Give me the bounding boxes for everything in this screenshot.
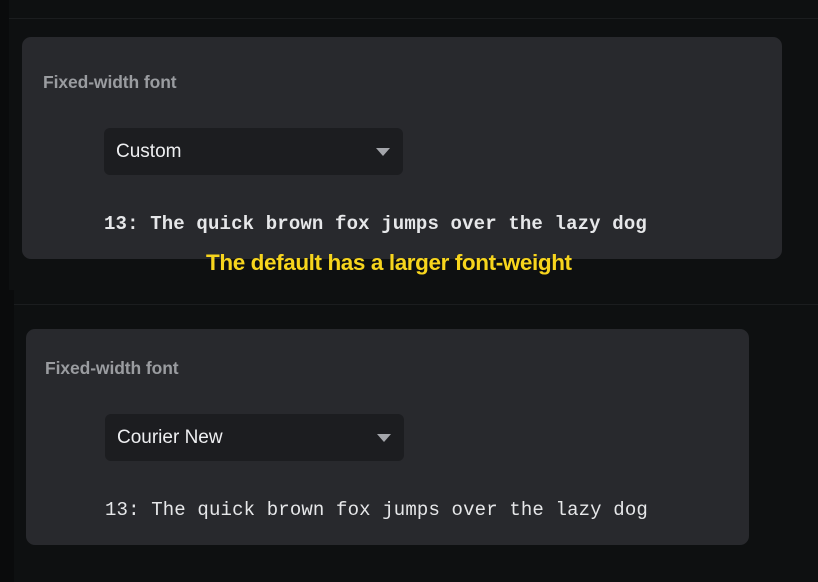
font-select-dropdown[interactable]: Courier New (105, 414, 404, 461)
fixed-width-font-panel-custom: Fixed-width font Custom 13: The quick br… (22, 37, 782, 259)
fixed-width-font-panel-courier-new: Fixed-width font Courier New 13: The qui… (26, 329, 749, 545)
section-label: Fixed-width font (45, 358, 179, 378)
section-divider (9, 18, 818, 19)
font-sample-text: 13: The quick brown fox jumps over the l… (105, 499, 648, 521)
select-value: Courier New (117, 427, 223, 448)
comparison-screenshot: Fixed-width font Custom 13: The quick br… (0, 0, 818, 582)
annotation-caption: The default has a larger font-weight (206, 250, 572, 275)
section-label: Fixed-width font (43, 72, 177, 92)
chevron-down-icon (377, 434, 391, 442)
chevron-down-icon (376, 148, 390, 156)
section-divider (14, 304, 818, 305)
left-edge-strip (0, 290, 14, 582)
font-sample-text: 13: The quick brown fox jumps over the l… (104, 213, 647, 235)
font-select-dropdown[interactable]: Custom (104, 128, 403, 175)
select-value: Custom (116, 141, 182, 162)
left-edge-strip (0, 0, 9, 290)
